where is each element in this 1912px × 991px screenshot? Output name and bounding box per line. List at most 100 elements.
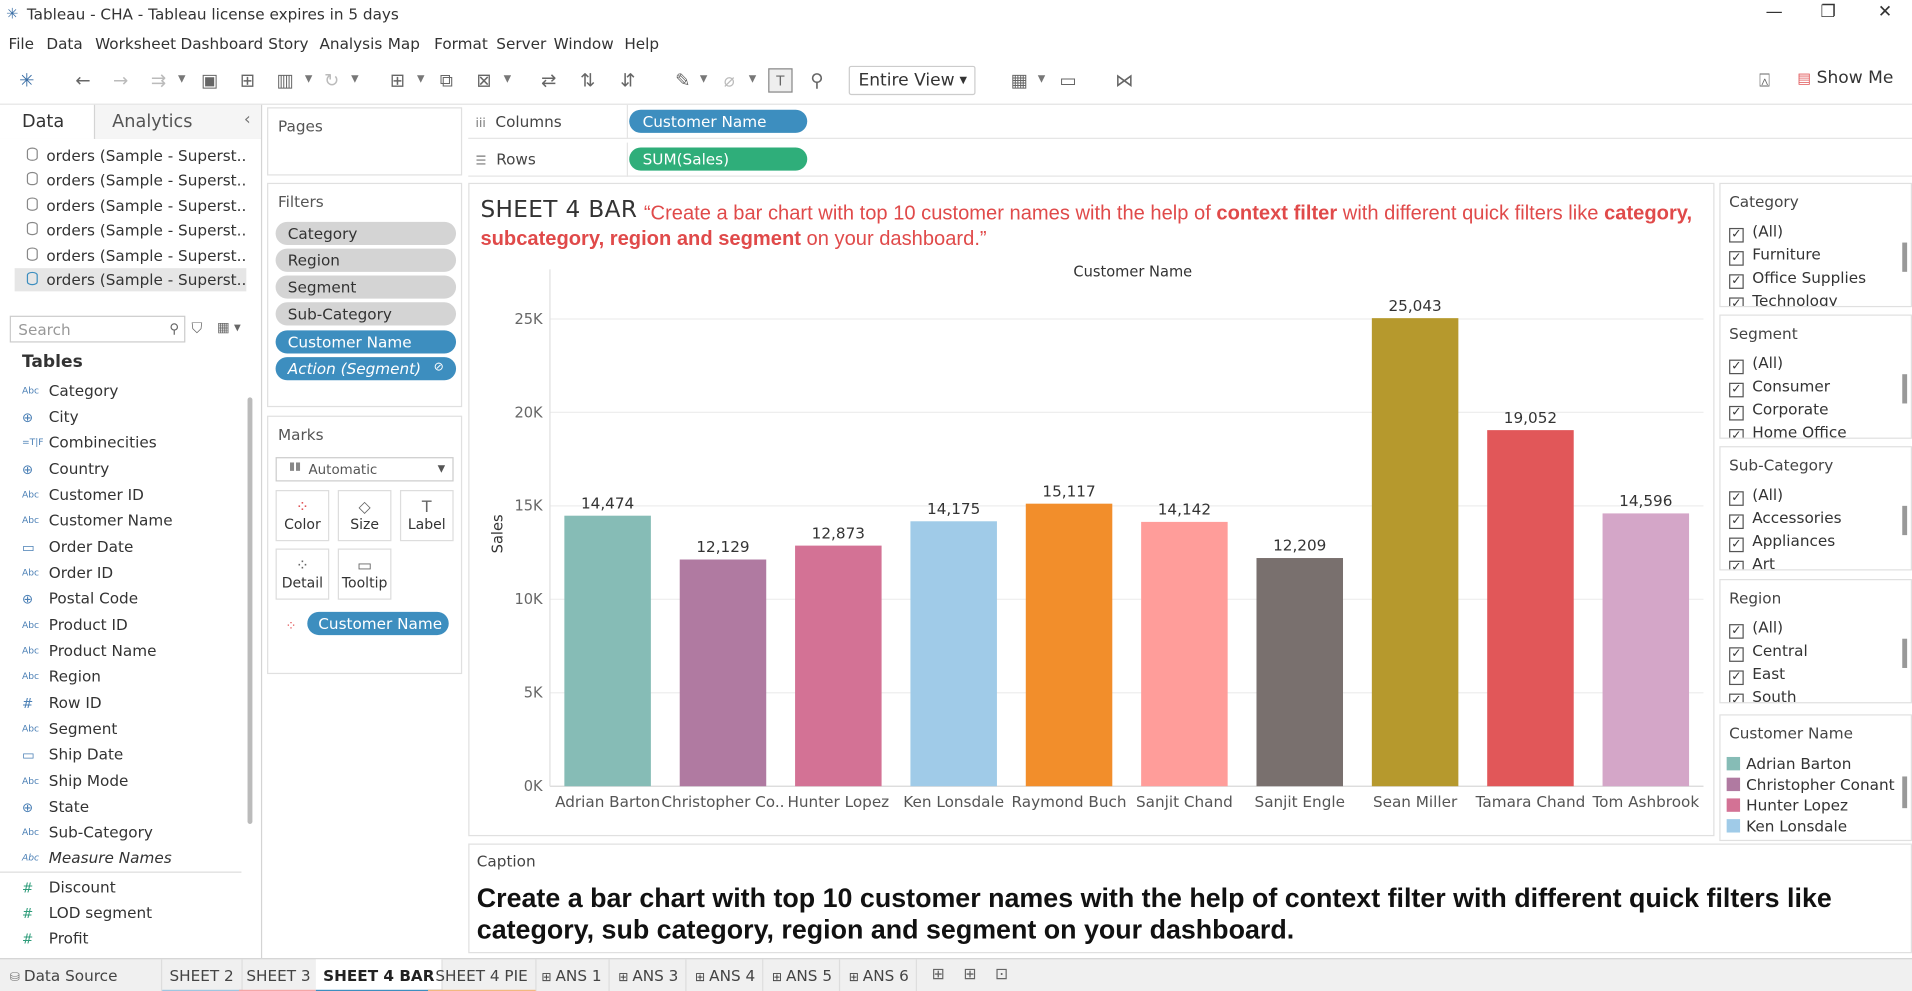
scrollbar[interactable] — [1902, 374, 1908, 404]
redo-icon[interactable]: → — [109, 68, 133, 92]
swap-rows-columns-icon[interactable]: ⇄ — [537, 68, 561, 92]
field-item[interactable]: ⊕ Country — [22, 460, 109, 482]
scrollbar[interactable] — [247, 397, 253, 825]
field-item[interactable]: ⊕ City — [22, 407, 79, 429]
rows-shelf[interactable]: ☰ Rows SUM(Sales) — [468, 142, 1912, 177]
scrollbar[interactable] — [1902, 638, 1908, 668]
collapse-pane-icon[interactable]: ‹ — [244, 110, 251, 130]
filter-checkbox-item[interactable]: ✓ Central — [1729, 641, 1808, 662]
tooltip-button[interactable]: ▭ Tooltip — [337, 548, 392, 600]
checkbox-checked-icon[interactable]: ✓ — [1729, 227, 1744, 243]
checkbox-checked-icon[interactable]: ✓ — [1729, 693, 1744, 703]
field-item[interactable]: Abc Sub-Category — [22, 823, 153, 845]
filter-checkbox-item[interactable]: ✓ Corporate — [1729, 400, 1828, 421]
menu-map[interactable]: Map — [388, 34, 420, 52]
measure-item[interactable]: # LOD segment — [22, 903, 152, 925]
field-item[interactable]: Abc Category — [22, 382, 118, 404]
show-mark-labels-icon[interactable]: T — [768, 68, 793, 93]
bar[interactable] — [1025, 503, 1113, 787]
field-item[interactable]: ▭ Ship Date — [22, 745, 123, 767]
tab-data[interactable]: Data — [22, 112, 64, 132]
checkbox-checked-icon[interactable]: ✓ — [1729, 405, 1744, 421]
filter-checkbox-item[interactable]: ✓ Accessories — [1729, 508, 1842, 530]
field-item[interactable]: Abc Ship Mode — [22, 772, 128, 794]
checkbox-checked-icon[interactable]: ✓ — [1729, 359, 1744, 375]
checkbox-checked-icon[interactable]: ✓ — [1729, 560, 1744, 570]
checkbox-checked-icon[interactable]: ✓ — [1729, 647, 1744, 662]
pause-updates-icon[interactable]: ▥ — [273, 68, 297, 92]
filter-checkbox-item[interactable]: ✓ (All) — [1729, 222, 1783, 243]
checkbox-checked-icon[interactable]: ✓ — [1729, 514, 1744, 530]
dashboard-tab[interactable]: ⊞ ANS 4 — [688, 959, 764, 991]
checkbox-checked-icon[interactable]: ✓ — [1729, 274, 1744, 289]
duplicate-sheet-icon[interactable]: ⧉ — [434, 68, 458, 92]
marks-pill-customer-name[interactable]: Customer Name — [307, 611, 449, 636]
show-me-button[interactable]: ▤ Show Me — [1797, 68, 1893, 88]
minimize-button[interactable]: — — [1766, 2, 1783, 22]
filter-checkbox-item[interactable]: ✓ South — [1729, 687, 1797, 703]
measure-item[interactable]: # Profit — [22, 929, 89, 951]
new-data-source-icon[interactable]: ⊞ — [235, 68, 259, 92]
field-item[interactable]: # Row ID — [22, 694, 102, 716]
columns-pill-customer-name[interactable]: Customer Name — [629, 109, 808, 133]
filter-pill-customer-name[interactable]: Customer Name — [275, 330, 457, 354]
filter-checkbox-item[interactable]: ✓ Appliances — [1729, 531, 1835, 553]
dashboard-tab[interactable]: ⊞ ANS 3 — [611, 959, 687, 991]
filters-card[interactable]: Filters Category Region Segment Sub-Cate… — [267, 182, 463, 408]
checkbox-checked-icon[interactable]: ✓ — [1729, 537, 1744, 553]
menu-help[interactable]: Help — [624, 34, 659, 52]
dashboard-tab[interactable]: ⊞ ANS 6 — [841, 959, 918, 991]
menu-window[interactable]: Window — [554, 34, 614, 52]
checkbox-checked-icon[interactable]: ✓ — [1729, 382, 1744, 398]
filter-checkbox-item[interactable]: ✓ Technology — [1729, 291, 1838, 306]
field-item[interactable]: Abc Product Name — [22, 641, 157, 663]
mark-type-dropdown[interactable]: ▮▮ Automatic ▼ — [275, 457, 454, 482]
share-icon[interactable]: ⋈ — [1112, 68, 1136, 92]
data-source-item[interactable]: orders (Sample - Superst... — [15, 218, 246, 241]
replay-icon[interactable]: ⇉ — [146, 68, 170, 92]
tab-analytics[interactable]: Analytics — [112, 112, 192, 132]
field-item[interactable]: Abc Measure Names — [22, 848, 172, 870]
detail-button[interactable]: ⁘ Detail — [275, 548, 330, 600]
color-button[interactable]: ⁘ Color — [275, 490, 330, 542]
data-source-item[interactable]: orders (Sample - Superst... — [15, 144, 246, 167]
bar[interactable] — [1256, 558, 1344, 787]
measure-item[interactable]: # Discount — [22, 878, 116, 900]
menu-story[interactable]: Story — [268, 34, 308, 52]
menu-file[interactable]: File — [9, 34, 35, 52]
search-input[interactable]: Search ⚲ — [9, 315, 186, 343]
sheet-tab[interactable]: SHEET 4 PIE — [428, 959, 537, 991]
label-button[interactable]: T Label — [399, 490, 454, 542]
field-item[interactable]: ⊕ Postal Code — [22, 589, 138, 611]
filter-checkbox-item[interactable]: ✓ Home Office — [1729, 423, 1847, 438]
filter-checkbox-item[interactable]: ✓ Office Supplies — [1729, 268, 1866, 289]
size-button[interactable]: ◇ Size — [337, 490, 392, 542]
scrollbar[interactable] — [1902, 776, 1908, 809]
sheet-tab[interactable]: SHEET 2 — [162, 959, 243, 991]
filter-pill-segment[interactable]: Segment — [275, 275, 457, 299]
bar[interactable] — [1371, 318, 1459, 787]
field-item[interactable]: Abc Customer Name — [22, 511, 173, 533]
checkbox-checked-icon[interactable]: ✓ — [1729, 670, 1744, 686]
checkbox-checked-icon[interactable]: ✓ — [1729, 491, 1744, 506]
maximize-button[interactable]: ❐ — [1821, 2, 1836, 22]
data-source-item-selected[interactable]: orders (Sample - Superst... — [14, 268, 247, 292]
filter-checkbox-item[interactable]: ✓ Art — [1729, 555, 1775, 570]
data-source-item[interactable]: orders (Sample - Superst... — [15, 168, 246, 191]
new-worksheet-icon[interactable]: ⊞ — [385, 68, 409, 92]
legend-item[interactable]: Ken Lonsdale — [1726, 817, 1847, 835]
sheet-tab-active[interactable]: SHEET 4 BAR — [315, 959, 444, 991]
field-item[interactable]: Abc Region — [22, 667, 101, 689]
filter-pill-sub-category[interactable]: Sub-Category — [275, 302, 457, 326]
rows-pill-sum-sales[interactable]: SUM(Sales) — [629, 147, 808, 171]
bar[interactable] — [679, 559, 767, 787]
presentation-mode-icon[interactable]: ▭ — [1056, 68, 1080, 92]
bar[interactable] — [1487, 430, 1574, 787]
field-item[interactable]: =T|F Combinecities — [22, 433, 157, 455]
menu-worksheet[interactable]: Worksheet — [95, 34, 176, 52]
bar[interactable] — [1602, 513, 1690, 787]
filter-checkbox-item[interactable]: ✓ Furniture — [1729, 245, 1821, 266]
fix-axes-icon[interactable]: ⚲ — [805, 68, 829, 92]
scrollbar[interactable] — [1902, 242, 1908, 272]
new-dashboard-icon[interactable]: ⊞ — [963, 965, 976, 983]
